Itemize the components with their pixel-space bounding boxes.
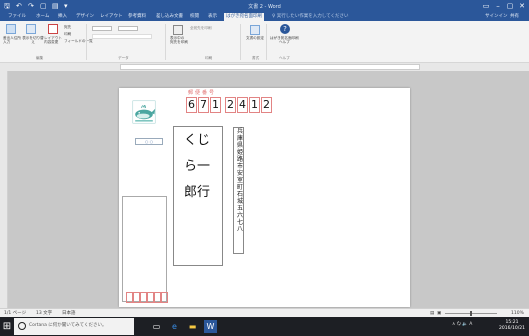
help-icon[interactable]: ? xyxy=(280,24,290,34)
print-all-button[interactable]: 全宛先を印刷 xyxy=(190,26,212,30)
word-count[interactable]: 13 文字 xyxy=(36,310,52,317)
maximize-button[interactable]: ▢ xyxy=(504,1,516,11)
read-mode-icon[interactable]: ▤ xyxy=(430,310,434,317)
recipient-address[interactable]: 兵庫県姫路市安室町石城五六七八 xyxy=(236,128,244,233)
ribbon: 差出人住所 入力 表示を切り替え レイアウト 内容変更 宛先 印刷 フィールドの… xyxy=(0,21,529,63)
display-switch-button[interactable]: 表示を切り替え xyxy=(22,36,44,44)
group-separator xyxy=(165,24,166,60)
record-next-box[interactable] xyxy=(118,26,138,31)
group-separator xyxy=(86,24,87,60)
sender-zip-box[interactable] xyxy=(147,292,154,303)
tab-postcard-print[interactable]: はがき宛名面印刷 xyxy=(224,13,264,21)
print-current-button[interactable]: 表示中の 宛先を印刷 xyxy=(170,36,188,44)
tell-me-box[interactable]: ♀ 実行したい作業を入力してください xyxy=(272,13,348,21)
tab-home[interactable]: ホーム xyxy=(34,13,51,21)
record-filter-box[interactable] xyxy=(92,34,152,39)
tab-view[interactable]: 表示 xyxy=(206,13,219,21)
sender-frame[interactable] xyxy=(122,196,167,302)
explorer-icon[interactable]: ▬ xyxy=(186,320,199,333)
zip-digit[interactable]: 6 xyxy=(186,97,197,113)
zip-digit[interactable]: 1 xyxy=(249,97,260,113)
title-bar: 🖫 ↶ ↷ ▢ ▤ ▾ 文書 2 - Word ▭ – ▢ ✕ xyxy=(0,0,529,12)
share-button[interactable]: 共有 xyxy=(508,13,521,21)
status-bar: 1/1 ページ 13 文字 日本語 ▤ ▣ 110% xyxy=(0,308,529,317)
sender-zip-box[interactable] xyxy=(161,292,168,303)
search-placeholder[interactable]: Cortana に何か聞いてみてください。 xyxy=(29,322,107,330)
ribbon-display-button[interactable]: ▭ xyxy=(480,1,492,11)
recipient-name[interactable]: くじら一郎行 xyxy=(183,128,211,206)
print-check[interactable]: 印刷 xyxy=(64,32,71,36)
edge-icon[interactable]: e xyxy=(168,320,181,333)
whale-stamp-icon xyxy=(132,100,156,124)
zip-digit[interactable]: 2 xyxy=(261,97,272,113)
tab-mailings[interactable]: 差し込み文書 xyxy=(154,13,185,21)
signin-link[interactable]: サインイン xyxy=(483,13,510,21)
zip-digit[interactable]: 2 xyxy=(225,97,236,113)
task-view-icon[interactable]: ▭ xyxy=(150,320,163,333)
display-switch-icon[interactable] xyxy=(26,24,36,34)
address-check[interactable]: 宛先 xyxy=(64,25,71,29)
word-icon[interactable]: W xyxy=(204,320,217,333)
record-first-box[interactable] xyxy=(92,26,112,31)
clock-date: 2016/10/21 xyxy=(499,326,525,331)
window-title: 文書 2 - Word xyxy=(248,4,281,10)
layout-change-icon[interactable] xyxy=(48,24,58,34)
sender-address-button[interactable]: 差出人住所 入力 xyxy=(3,36,21,44)
sender-zip-box[interactable] xyxy=(154,292,161,303)
tab-references[interactable]: 参考資料 xyxy=(126,13,148,21)
zoom-level[interactable]: 110% xyxy=(511,310,524,317)
sender-zip-box[interactable] xyxy=(133,292,140,303)
tab-review[interactable]: 校閲 xyxy=(188,13,201,21)
ribbon-tabs: ファイル ホーム 挿入 デザイン レイアウト 参考資料 差し込み文書 校閲 表示… xyxy=(0,12,529,21)
page-count[interactable]: 1/1 ページ xyxy=(4,310,26,317)
print-layout-icon[interactable]: ▣ xyxy=(437,310,441,317)
zip-digit[interactable]: 1 xyxy=(210,97,221,113)
stamp-illustration xyxy=(129,100,159,140)
sender-address-icon[interactable] xyxy=(6,24,16,34)
print-preview-icon[interactable] xyxy=(173,25,183,35)
system-tray[interactable]: ∧ 🗘 🔈 A xyxy=(452,320,472,328)
group-help-label: ヘルプ xyxy=(279,56,290,60)
ruler-scale xyxy=(120,64,420,70)
group-print-label: 印刷 xyxy=(205,56,213,60)
windows-start-icon[interactable]: ⊞ xyxy=(0,317,14,336)
minimize-button[interactable]: – xyxy=(492,1,504,11)
group-separator xyxy=(240,24,241,60)
help-button[interactable]: はがき宛名面印刷 ヘルプ xyxy=(270,36,299,44)
clock[interactable]: 15:21 2016/10/21 xyxy=(496,320,528,332)
document-settings-icon[interactable] xyxy=(250,25,260,35)
small-zip-box: ○ ○ xyxy=(135,138,163,145)
vertical-ruler[interactable] xyxy=(0,71,8,308)
taskbar: ⊞ Cortana に何か聞いてみてください。 ▭ e ▬ W ∧ 🗘 🔈 A … xyxy=(0,317,529,336)
tab-insert[interactable]: 挿入 xyxy=(56,13,69,21)
tab-design[interactable]: デザイン xyxy=(74,13,96,21)
zoom-thumb[interactable] xyxy=(470,311,472,316)
zip-digit[interactable]: 4 xyxy=(237,97,248,113)
group-edit-label: 編集 xyxy=(36,56,44,60)
field-list[interactable]: フィールドの一覧 xyxy=(64,39,93,43)
document-settings-button[interactable]: 文書の設定 xyxy=(246,36,264,40)
sender-zip-box[interactable] xyxy=(140,292,147,303)
horizontal-ruler[interactable] xyxy=(0,63,529,71)
sender-zip-box[interactable] xyxy=(126,292,133,303)
zip-digit[interactable]: 7 xyxy=(198,97,209,113)
group-data-label: データ xyxy=(118,56,129,60)
search-icon[interactable] xyxy=(18,322,26,330)
tab-file[interactable]: ファイル xyxy=(6,13,28,21)
postal-code-label: 郵便番号 xyxy=(188,90,217,96)
close-button[interactable]: ✕ xyxy=(516,1,528,11)
layout-change-button[interactable]: レイアウト 内容変更 xyxy=(44,36,62,44)
group-separator xyxy=(266,24,267,60)
tab-layout[interactable]: レイアウト xyxy=(98,13,125,21)
group-format-label: 書式 xyxy=(252,56,260,60)
language-status[interactable]: 日本語 xyxy=(62,310,76,317)
